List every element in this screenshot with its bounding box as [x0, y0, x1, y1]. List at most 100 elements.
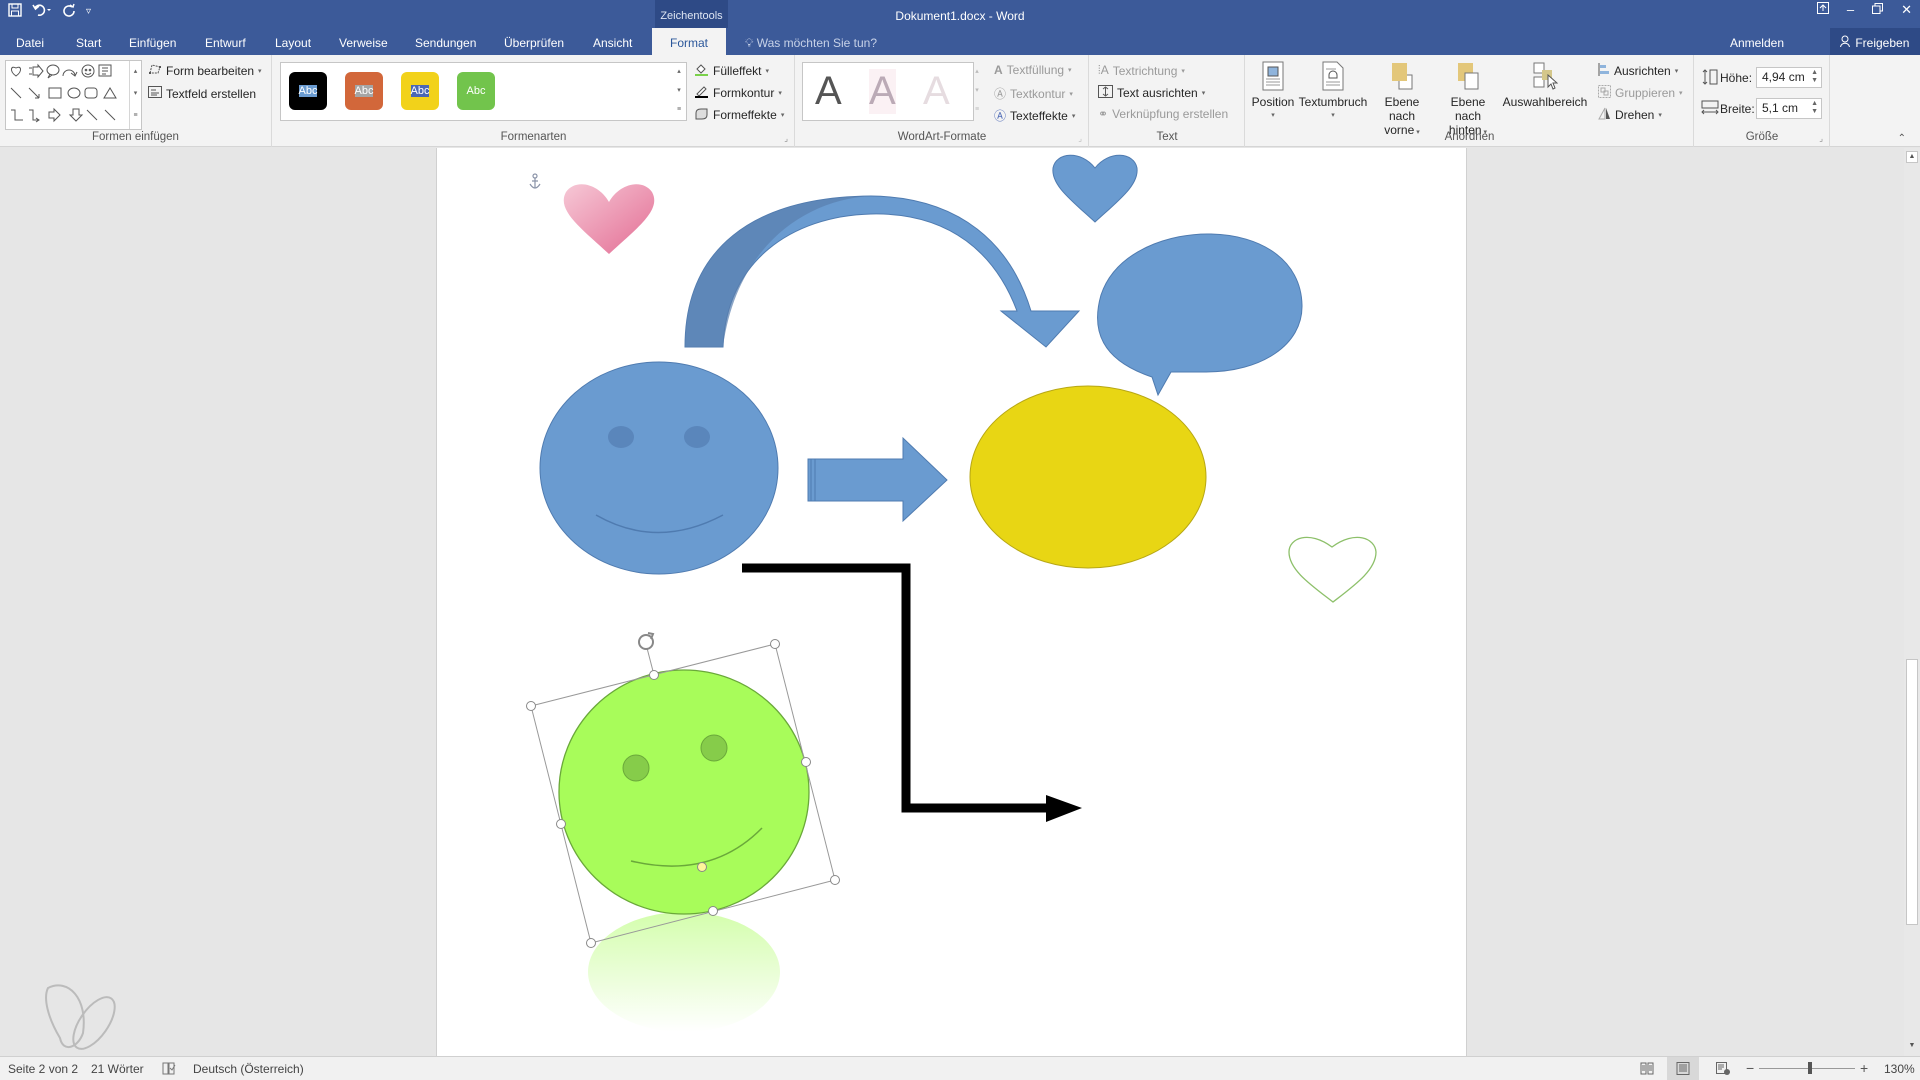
- wordart-style-3[interactable]: A: [923, 69, 950, 114]
- shape-style-3[interactable]: Abc: [401, 72, 439, 110]
- breite-input[interactable]: 5,1 cm ▲ ▼: [1756, 98, 1822, 119]
- wordart-style-1[interactable]: A: [815, 69, 842, 114]
- read-mode-icon[interactable]: [1640, 1062, 1654, 1078]
- position-icon: [1260, 61, 1286, 91]
- word-count[interactable]: 21 Wörter: [91, 1062, 144, 1076]
- fuelleffekt-label: Fülleffekt: [713, 64, 762, 78]
- redo-icon[interactable]: [62, 3, 76, 20]
- shape-styles-gallery: Abc Abc Abc Abc Abc Abc Abc: [280, 62, 687, 121]
- formeffekte-button[interactable]: Formeffekte ▾: [694, 107, 784, 123]
- wordart-gallery-scroll[interactable]: ▴ ▾ ≡: [971, 62, 983, 121]
- language-indicator[interactable]: Deutsch (Österreich): [193, 1062, 304, 1076]
- ribbon-display-icon[interactable]: [1816, 2, 1829, 18]
- drehen-button[interactable]: Drehen ▾: [1598, 107, 1662, 123]
- proofing-icon[interactable]: [162, 1062, 176, 1078]
- zoom-level[interactable]: 130%: [1884, 1062, 1915, 1076]
- verknuepfung-button[interactable]: ⚭ Verknüpfung erstellen: [1098, 107, 1228, 121]
- position-button[interactable]: Position ▾: [1248, 61, 1298, 123]
- textfuellung-button[interactable]: A Textfüllung ▾: [994, 63, 1072, 77]
- gallery-scroll[interactable]: ▴ ▾ ≡: [129, 61, 141, 129]
- tab-sendungen[interactable]: Sendungen: [415, 28, 476, 55]
- minimize-icon[interactable]: –: [1847, 2, 1854, 18]
- shape-style-2[interactable]: Abc: [345, 72, 383, 110]
- scroll-down-icon[interactable]: ▼: [1906, 1041, 1918, 1053]
- textkontur-button[interactable]: Ⓐ Textkontur ▾: [994, 85, 1073, 102]
- tell-me-search[interactable]: 💡︎ Was möchten Sie tun?: [745, 28, 877, 55]
- text-ausrichten-button[interactable]: Text ausrichten ▾: [1098, 85, 1205, 101]
- blue-smiley-shape[interactable]: [539, 361, 779, 575]
- print-layout-button[interactable]: [1667, 1057, 1699, 1080]
- gruppieren-button[interactable]: Gruppieren ▾: [1598, 85, 1683, 101]
- textumbruch-button[interactable]: Textumbruch ▾: [1298, 61, 1368, 123]
- wordart-style-2[interactable]: A: [869, 69, 896, 114]
- group-label: WordArt-Formate: [897, 131, 987, 143]
- spin-arrows-icon[interactable]: ▲ ▼: [1811, 100, 1818, 116]
- customize-qat-icon[interactable]: ▿: [86, 6, 91, 17]
- zoom-slider[interactable]: [1759, 1068, 1855, 1069]
- tab-start[interactable]: Start: [76, 28, 101, 55]
- hoehe-value: 4,94 cm: [1762, 70, 1805, 84]
- auswahlbereich-button[interactable]: Auswahlbereich: [1502, 61, 1588, 109]
- tab-layout[interactable]: Layout: [275, 28, 311, 55]
- green-smiley-shape[interactable]: [558, 669, 810, 915]
- textfeld-erstellen-button[interactable]: Textfeld erstellen: [148, 86, 256, 101]
- ebene-nach-vorne-button[interactable]: Ebene nach vorne ▾: [1370, 61, 1434, 140]
- tab-verweise[interactable]: Verweise: [339, 28, 388, 55]
- save-icon[interactable]: [8, 3, 22, 20]
- document-canvas: [0, 148, 1904, 1056]
- zoom-slider-thumb[interactable]: [1808, 1062, 1812, 1074]
- edit-shape-icon: [148, 63, 162, 78]
- breite-label: Breite:: [1720, 102, 1755, 116]
- vertical-scrollbar[interactable]: ▲ ▼: [1904, 148, 1920, 1056]
- scroll-up-icon[interactable]: ▲: [1906, 151, 1918, 163]
- tab-entwurf[interactable]: Entwurf: [205, 28, 246, 55]
- styles-gallery-scroll[interactable]: ▴ ▾ ≡: [673, 62, 685, 121]
- form-bearbeiten-button[interactable]: Form bearbeiten ▾: [148, 63, 262, 78]
- lightbulb-icon: 💡︎: [745, 36, 754, 50]
- tab-einfuegen[interactable]: Einfügen: [129, 28, 176, 55]
- shape-style-1[interactable]: Abc: [289, 72, 327, 110]
- page-count[interactable]: Seite 2 von 2: [8, 1062, 78, 1076]
- shape-style-4[interactable]: Abc: [457, 72, 495, 110]
- adjust-handle[interactable]: [697, 862, 707, 872]
- scroll-thumb[interactable]: [1906, 659, 1918, 925]
- rotate-handle-icon[interactable]: [638, 632, 655, 650]
- speech-bubble-shape[interactable]: [1097, 233, 1303, 397]
- blue-heart-shape[interactable]: [1052, 154, 1138, 223]
- tab-ansicht[interactable]: Ansicht: [593, 28, 632, 55]
- send-backward-icon: [1455, 61, 1481, 91]
- undo-icon[interactable]: [32, 3, 52, 20]
- shape-style-5[interactable]: Abc: [513, 72, 551, 110]
- hoehe-input[interactable]: 4,94 cm ▲ ▼: [1756, 67, 1822, 88]
- outline-heart-shape[interactable]: [1288, 536, 1377, 603]
- tab-ueberpruefen[interactable]: Überprüfen: [504, 28, 564, 55]
- ausrichten-button[interactable]: Ausrichten ▾: [1598, 63, 1678, 79]
- textrichtung-button[interactable]: ⦙A Textrichtung ▾: [1098, 63, 1185, 78]
- document-page[interactable]: [436, 148, 1467, 1056]
- wordart-gallery[interactable]: A A A: [802, 62, 974, 121]
- shapes-gallery[interactable]: ▴ ▾ ≡: [5, 60, 142, 130]
- collapse-ribbon-icon[interactable]: ⌃: [1898, 133, 1906, 144]
- zoom-out-button[interactable]: −: [1746, 1060, 1754, 1076]
- text-fill-icon: A: [994, 63, 1003, 77]
- shape-style-6[interactable]: Abc: [569, 72, 607, 110]
- textbox-icon: [148, 86, 162, 101]
- fuelleffekt-button[interactable]: Fülleffekt ▾: [694, 63, 769, 79]
- print-layout-icon: [1676, 1062, 1690, 1075]
- yellow-ellipse-shape[interactable]: [969, 385, 1207, 569]
- ebene-nach-hinten-button[interactable]: Ebene nach hinten ▾: [1436, 61, 1500, 140]
- close-icon[interactable]: ✕: [1901, 2, 1912, 18]
- shape-style-7[interactable]: Abc: [625, 72, 663, 110]
- spin-arrows-icon[interactable]: ▲ ▼: [1811, 69, 1818, 85]
- share-button[interactable]: Freigeben: [1830, 28, 1920, 55]
- texteffekte-button[interactable]: Ⓐ Texteffekte ▾: [994, 107, 1075, 124]
- restore-icon[interactable]: [1872, 2, 1884, 18]
- formkontur-button[interactable]: Formkontur ▾: [694, 85, 782, 101]
- right-arrow-shape[interactable]: [807, 436, 948, 523]
- zoom-in-button[interactable]: +: [1860, 1060, 1868, 1076]
- hoehe-label: Höhe:: [1720, 71, 1753, 85]
- tab-datei[interactable]: Datei: [16, 28, 44, 55]
- pink-heart-shape[interactable]: [563, 184, 655, 254]
- web-layout-icon[interactable]: [1716, 1062, 1730, 1078]
- tab-format[interactable]: Format: [652, 28, 727, 55]
